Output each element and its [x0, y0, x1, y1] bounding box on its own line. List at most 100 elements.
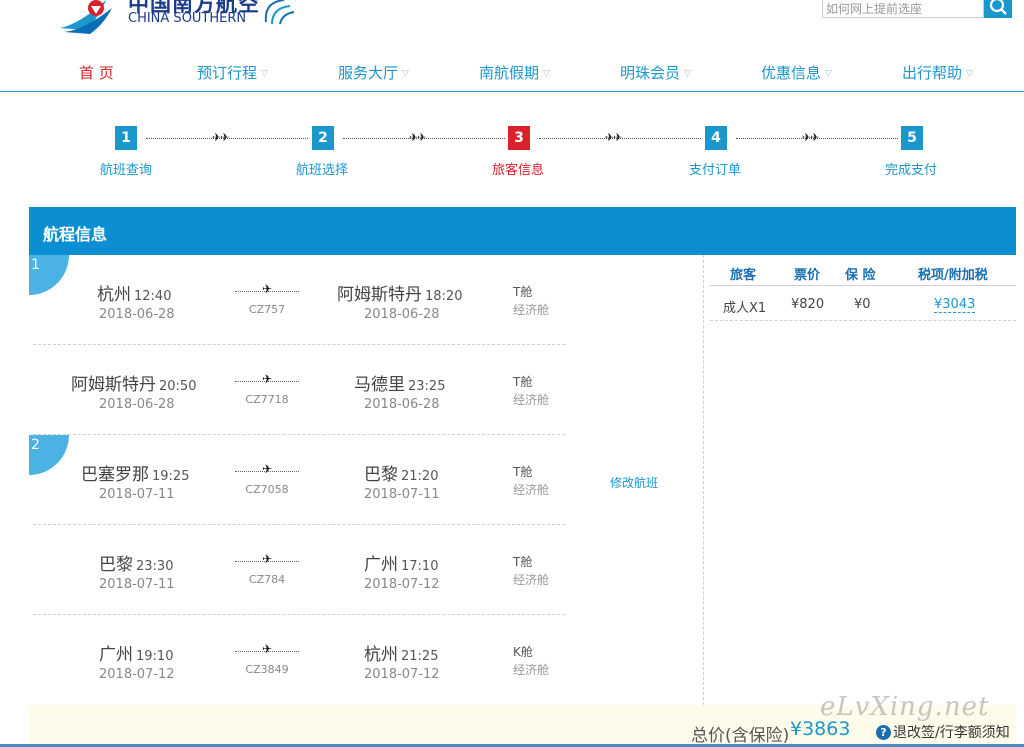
plane-icon: ✈	[262, 552, 273, 566]
section-title: 航程信息	[43, 225, 108, 244]
search-button[interactable]	[984, 0, 1012, 18]
skyteam-logo-icon	[264, 0, 295, 25]
arrival-date: 2018-06-28	[364, 307, 440, 322]
arrival-city-name: 巴黎	[364, 465, 398, 485]
watermark: eLvXing.net	[820, 692, 990, 722]
cabin-class: T舱	[513, 465, 533, 479]
nav-holidays-label: 南航假期	[479, 64, 540, 82]
departure-date: 2018-06-28	[99, 397, 175, 412]
arrival-time: 21:20	[401, 469, 439, 484]
flight-list: 1 2 杭州 12:40 2018-06-28 ✈ CZ757 阿姆斯特丹 18:2…	[29, 255, 704, 705]
china-southern-logo[interactable]: 中国南方航空 CHINA SOUTHERN	[60, 0, 300, 36]
header-fare: 票价	[794, 268, 821, 283]
chevron-down-icon: ▽	[543, 69, 550, 79]
kapok-flower-logo-icon	[60, 0, 112, 34]
departure-city: 巴塞罗那 19:25	[81, 460, 189, 485]
refund-baggage-help-link[interactable]: ? 退改签/行李额须知	[876, 722, 1010, 742]
arrival-date: 2018-07-12	[364, 667, 440, 682]
search-input[interactable]: 如何网上提前选座	[822, 0, 984, 18]
logo-english-name: CHINA SOUTHERN	[128, 11, 247, 26]
flight-number: CZ3849	[245, 663, 289, 676]
arrival-time: 21:25	[401, 649, 439, 664]
table-row-divider	[710, 320, 1016, 321]
flight-row: 阿姆斯特丹 20:50 2018-06-28 ✈ CZ7718 马德里 23:25 …	[33, 345, 565, 435]
departure-city-name: 阿姆斯特丹	[71, 375, 156, 395]
departure-time: 19:25	[152, 469, 190, 484]
cabin-class: K舱	[513, 645, 533, 659]
arrival-city: 广州 17:10	[364, 550, 438, 575]
plane-icon: ✈	[262, 372, 273, 386]
tax-value: ¥3043	[934, 297, 976, 313]
main-nav: 首 页 预订行程 ▽ 服务大厅 ▽ 南航假期 ▽ 明珠会员 ▽ 优惠信息 ▽ 出行帮助 ▽	[0, 62, 1024, 86]
step-1-number: 1	[115, 126, 137, 150]
departure-date: 2018-07-11	[99, 487, 175, 502]
departure-city: 杭州 12:40	[97, 280, 171, 305]
header-tax: 税项/附加税	[918, 268, 988, 283]
nav-promotions[interactable]: 优惠信息 ▽	[761, 62, 832, 83]
step-3-label: 旅客信息	[492, 163, 545, 178]
chevron-down-icon: ▽	[684, 69, 691, 79]
arrival-date: 2018-06-28	[364, 397, 440, 412]
modify-flight-link[interactable]: 修改航班	[610, 474, 658, 491]
nav-booking[interactable]: 预订行程 ▽	[197, 62, 268, 83]
departure-city-name: 巴塞罗那	[81, 465, 149, 485]
plane-icon: ✈✈	[409, 131, 426, 144]
departure-time: 19:10	[136, 649, 174, 664]
flight-number: CZ784	[248, 573, 286, 586]
help-link-label: 退改签/行李额须知	[893, 725, 1010, 741]
arrival-city-name: 广州	[364, 555, 398, 575]
fare-value: ¥820	[791, 297, 825, 312]
chevron-down-icon: ▽	[402, 69, 409, 79]
flight-number: CZ7058	[245, 483, 289, 496]
departure-city-name: 杭州	[97, 285, 131, 305]
departure-time: 20:50	[159, 379, 197, 394]
cabin-class: T舱	[513, 375, 533, 389]
tax-value-link[interactable]: ¥3043	[934, 297, 976, 313]
cabin-type: 经济舱	[513, 483, 550, 497]
arrival-city: 阿姆斯特丹 18:20	[337, 280, 462, 305]
cabin-type: 经济舱	[513, 393, 550, 407]
step-5-label: 完成支付	[885, 163, 938, 178]
plane-icon: ✈✈	[212, 131, 229, 144]
step-2-number: 2	[312, 126, 334, 150]
flight-row: 巴塞罗那 19:25 2018-07-11 ✈ CZ7058 巴黎 21:20 20…	[33, 435, 565, 525]
itinerary-section-header: 航程信息	[29, 207, 1016, 255]
nav-membership-label: 明珠会员	[620, 64, 681, 82]
flight-number: CZ757	[248, 303, 286, 316]
arrival-city: 马德里 23:25	[354, 370, 445, 395]
nav-service-label: 服务大厅	[338, 64, 399, 82]
departure-date: 2018-07-12	[99, 667, 175, 682]
flight-row: 广州 19:10 2018-07-12 ✈ CZ3849 杭州 21:25 2018…	[33, 615, 565, 705]
departure-time: 12:40	[134, 289, 172, 304]
column-divider	[703, 255, 704, 705]
nav-help[interactable]: 出行帮助 ▽	[902, 62, 973, 83]
table-header-divider	[710, 285, 1016, 286]
departure-city-name: 巴黎	[99, 555, 133, 575]
flight-row: 巴黎 23:30 2018-07-11 ✈ CZ784 广州 17:10 2018-…	[33, 525, 565, 615]
insurance-value: ¥0	[854, 297, 871, 312]
flight-number: CZ7718	[245, 393, 289, 406]
step-4-number: 4	[705, 126, 727, 150]
arrival-date: 2018-07-12	[364, 577, 440, 592]
nav-promotions-label: 优惠信息	[761, 64, 822, 82]
header-passenger: 旅客	[730, 268, 757, 283]
cabin-class: T舱	[513, 555, 533, 569]
chevron-down-icon: ▽	[261, 69, 268, 79]
site-header: 中国南方航空 CHINA SOUTHERN 如何网上提前选座 首 页 预订行程 ▽…	[0, 0, 1024, 92]
nav-help-label: 出行帮助	[902, 64, 963, 82]
arrival-date: 2018-07-11	[364, 487, 440, 502]
total-label: 总价(含保险)	[691, 726, 790, 746]
step-3-number: 3	[508, 126, 530, 150]
plane-icon: ✈✈	[605, 131, 622, 144]
step-5-number: 5	[901, 126, 923, 150]
question-icon: ?	[876, 725, 891, 740]
nav-membership[interactable]: 明珠会员 ▽	[620, 62, 691, 83]
plane-icon: ✈	[262, 642, 273, 656]
departure-city: 广州 19:10	[99, 640, 173, 665]
chevron-down-icon: ▽	[825, 69, 832, 79]
nav-service[interactable]: 服务大厅 ▽	[338, 62, 409, 83]
nav-home[interactable]: 首 页	[79, 62, 114, 83]
nav-holidays[interactable]: 南航假期 ▽	[479, 62, 550, 83]
cabin-type: 经济舱	[513, 663, 550, 677]
arrival-city: 杭州 21:25	[364, 640, 438, 665]
